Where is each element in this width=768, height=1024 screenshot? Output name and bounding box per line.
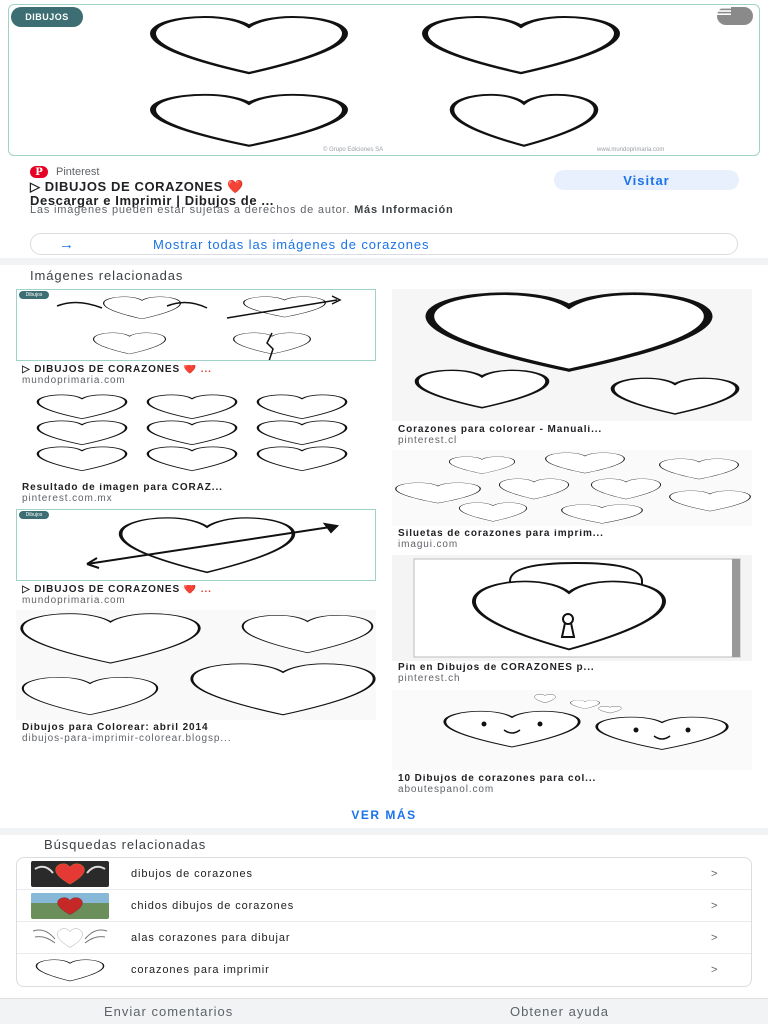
site-badge: Dibujos [19,291,49,299]
hearts-illustration [9,5,760,156]
related-images-title: Imágenes relacionadas [30,268,184,283]
image-caption[interactable]: Pin en Dibujos de CORAZONES p... pintere… [398,663,748,684]
related-image-tile[interactable] [16,392,376,480]
search-thumbnail [31,925,109,951]
show-all-images-button[interactable]: → Mostrar todas las imágenes de corazone… [30,233,738,255]
image-caption[interactable]: ▷ DIBUJOS DE CORAZONES ❤️ ... mundoprima… [22,365,372,386]
main-image-preview[interactable]: DIBUJOS © Grupo Ediciones SA www.mundopr… [8,4,760,156]
image-caption[interactable]: Corazones para colorear - Manuali... pin… [398,425,748,446]
caption-title: 10 Dibujos de corazones para col... [398,774,597,784]
copyright-text: Las imágenes pueden estar sujetas a dere… [30,204,351,216]
caption-title: Pin en Dibujos de CORAZONES p... [398,663,595,673]
related-search-item[interactable]: dibujos de corazones > [17,858,751,890]
image-source-url: www.mundoprimaria.com [597,147,665,153]
source-name: Pinterest [56,166,100,178]
caption-site: aboutespanol.com [398,784,495,795]
pinterest-icon: P [30,166,48,178]
related-image-tile[interactable]: Dibujos [16,509,376,581]
more-info-link[interactable]: Más Información [354,204,453,216]
heart-silhouettes-image [395,452,751,524]
chevron-right-icon: > [711,964,718,976]
divider [0,828,768,835]
related-search-item[interactable]: chidos dibujos de corazones > [17,890,751,922]
related-searches-list: dibujos de corazones > chidos dibujos de… [16,857,752,987]
arrow-right-icon: → [59,235,74,253]
image-caption[interactable]: 10 Dibujos de corazones para col... abou… [398,774,748,795]
nine-hearts-image [36,393,348,472]
related-search-label: dibujos de corazones [131,867,253,880]
heart-emoji: ❤️ [227,179,244,194]
image-credit: © Grupo Ediciones SA [323,147,384,153]
show-all-label: Mostrar todas las imágenes de corazones [153,236,430,252]
source-info: P Pinterest [30,166,99,178]
related-search-label: chidos dibujos de corazones [131,899,295,912]
caption-site: mundoprimaria.com [22,375,126,386]
heart-emoji: ❤️ ... [183,585,212,595]
related-image-tile[interactable] [16,610,376,720]
see-more-button[interactable]: VER MÁS [0,808,768,822]
visit-button[interactable]: Visitar [554,170,739,190]
copyright-notice: Las imágenes pueden estar sujetas a dere… [30,205,670,216]
related-image-tile[interactable] [392,690,752,770]
smiling-hearts-image [443,694,729,751]
related-search-item[interactable]: alas corazones para dibujar > [17,922,751,954]
caption-title: Siluetas de corazones para imprim... [398,529,604,539]
related-image-tile[interactable] [392,289,752,421]
caption-title: ▷ DIBUJOS DE CORAZONES [22,365,181,375]
caption-site: pinterest.ch [398,673,461,684]
chevron-right-icon: > [711,867,718,880]
caption-title: Resultado de imagen para CORAZ... [22,483,223,493]
image-caption[interactable]: Resultado de imagen para CORAZ... pinter… [22,483,372,504]
related-image-tile[interactable] [392,555,752,661]
more-options-button[interactable] [717,7,753,25]
title-text: ▷ DIBUJOS DE CORAZONES [30,179,223,194]
image-caption[interactable]: Siluetas de corazones para imprim... ima… [398,529,748,550]
search-thumbnail [31,861,109,887]
winged-hearts-image [56,295,342,360]
caption-site: dibujos-para-imprimir-colorear.blogsp... [22,733,232,744]
image-caption[interactable]: Dibujos para Colorear: abril 2014 dibujo… [22,723,372,744]
related-searches-title: Búsquedas relacionadas [44,837,207,852]
site-badge: Dibujos [19,511,49,519]
heart-arrow-image [86,516,340,575]
site-logo: DIBUJOS [11,7,83,27]
four-hearts-image [20,612,376,717]
caption-site: pinterest.cl [398,435,458,446]
related-search-label: alas corazones para dibujar [131,931,291,944]
related-search-label: corazones para imprimir [131,964,270,976]
image-caption[interactable]: ▷ DIBUJOS DE CORAZONES ❤️ ... mundoprima… [22,585,372,606]
caption-title: ▷ DIBUJOS DE CORAZONES [22,585,181,595]
divider [0,258,768,265]
chevron-right-icon: > [711,899,718,912]
related-image-tile[interactable] [392,450,752,526]
caption-title: Corazones para colorear - Manuali... [398,425,603,435]
related-search-item[interactable]: corazones para imprimir > [17,954,751,986]
heart-emoji: ❤️ ... [183,365,212,375]
footer-bar: Enviar comentarios Obtener ayuda [0,998,768,1024]
heart-padlock-image [413,558,741,658]
caption-site: pinterest.com.mx [22,493,113,504]
search-thumbnail [31,893,109,919]
large-heart-image [392,289,740,416]
search-thumbnail [31,957,109,983]
caption-title: Dibujos para Colorear: abril 2014 [22,723,209,733]
get-help-link[interactable]: Obtener ayuda [510,1004,609,1019]
caption-site: mundoprimaria.com [22,595,126,606]
send-feedback-link[interactable]: Enviar comentarios [104,1004,233,1019]
chevron-right-icon: > [711,931,718,944]
caption-site: imagui.com [398,539,459,550]
menu-icon [717,7,731,15]
related-image-tile[interactable]: Dibujos [16,289,376,361]
